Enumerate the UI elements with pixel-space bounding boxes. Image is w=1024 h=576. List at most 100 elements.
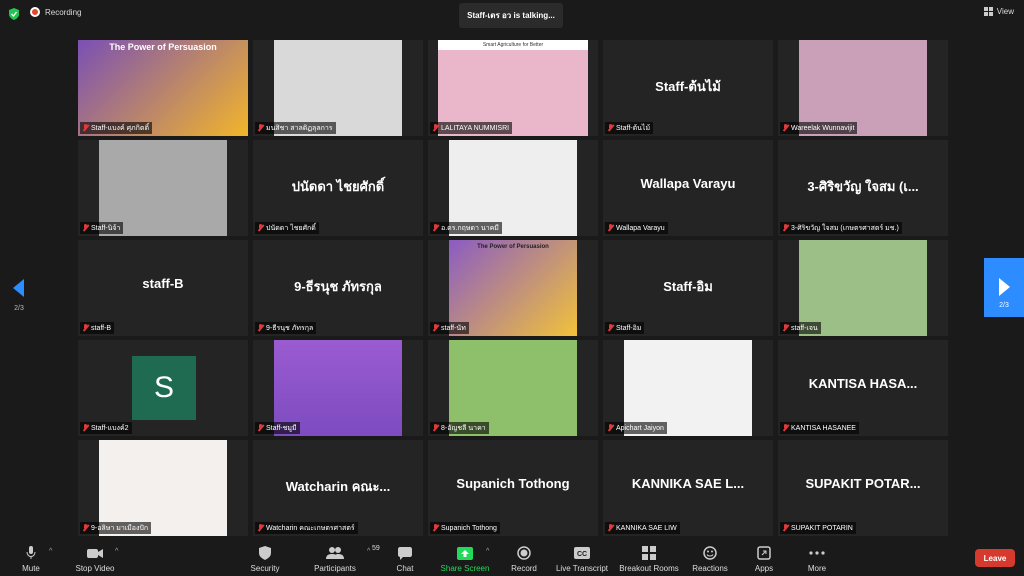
microphone-muted-icon <box>257 524 264 532</box>
participant-display-name: Watcharin คณะ... <box>285 479 391 494</box>
participant-tile[interactable]: Staff-นิจ้า <box>78 140 248 236</box>
participant-tile[interactable]: staff-เจน <box>778 240 948 336</box>
apps-label: Apps <box>754 564 774 573</box>
reactions-label: Reactions <box>692 564 728 573</box>
participant-tile[interactable]: 9-ธีรนุช ภัทรกุล 9-ธีรนุช ภัทรกุล <box>253 240 423 336</box>
shield-icon[interactable] <box>8 8 20 20</box>
live-transcript-label: Live Transcript <box>555 564 609 573</box>
participant-name-label: Staff-ต้นไม้ <box>605 122 654 134</box>
participant-tile[interactable]: SUPAKIT POTAR... SUPAKIT POTARIN <box>778 440 948 536</box>
participant-name-label: Staff-นิจ้า <box>80 222 124 234</box>
mute-options-caret-icon[interactable]: ^ <box>49 548 52 555</box>
recording-indicator[interactable]: Recording <box>30 7 81 17</box>
microphone-muted-icon <box>432 224 439 232</box>
microphone-muted-icon <box>82 124 89 132</box>
participant-tile[interactable]: 8-อัญชลี นาคา <box>428 340 598 436</box>
smiley-icon <box>703 546 717 560</box>
participant-tile[interactable]: Staff-อิม Staff-อิม <box>603 240 773 336</box>
participant-name-label: Staff-แบงค์ ศุภกิตติ์ <box>80 122 152 134</box>
more-button[interactable]: More <box>782 544 852 573</box>
participant-tile[interactable]: Wareelak Wunnavijit <box>778 40 948 136</box>
mute-button[interactable]: Mute <box>0 544 66 573</box>
next-page-button[interactable]: 2/3 <box>984 258 1024 317</box>
share-screen-label: Share Screen <box>440 564 490 573</box>
participant-tile[interactable]: The Power of Persuasion staff-นัท <box>428 240 598 336</box>
participant-tile[interactable]: KANNIKA SAE L... KANNIKA SAE LIW <box>603 440 773 536</box>
breakout-rooms-icon <box>642 546 656 560</box>
participant-name: Apichart Jaiyon <box>616 424 664 432</box>
participant-tile[interactable]: อ.ดร.กฤษดา นาคมี <box>428 140 598 236</box>
zoom-meeting-window: Recording Staff-เตร อว is talking... Vie… <box>0 0 1024 576</box>
microphone-muted-icon <box>782 324 789 332</box>
participant-tile[interactable]: staff-B staff-B <box>78 240 248 336</box>
participant-tile[interactable]: KANTISA HASA... KANTISA HASANEE <box>778 340 948 436</box>
leave-button[interactable]: Leave <box>975 549 1015 567</box>
live-transcript-button[interactable]: CC Live Transcript <box>547 544 617 573</box>
microphone-muted-icon <box>607 124 614 132</box>
participant-tile[interactable]: Staff-ชมูมี <box>253 340 423 436</box>
participant-display-name: Staff-ต้นไม้ <box>655 79 721 94</box>
participants-button[interactable]: 59 Participants <box>300 544 380 573</box>
participant-name: 3-ศิริขวัญ ใจสม (เกษตรศาสตร์ มช.) <box>791 224 899 232</box>
microphone-icon <box>26 546 36 559</box>
microphone-muted-icon <box>607 424 614 432</box>
microphone-muted-icon <box>782 224 789 232</box>
microphone-muted-icon <box>257 224 264 232</box>
avatar: S <box>132 356 196 420</box>
participant-name: Staff-ต้นไม้ <box>616 124 651 132</box>
participant-tile[interactable]: มนสิชา สาลดิฏลุลการ <box>253 40 423 136</box>
video-options-caret-icon[interactable]: ^ <box>115 548 118 555</box>
participant-name-label: Supanich Tothong <box>430 522 500 534</box>
grid-view-icon <box>983 7 993 16</box>
participant-name: Wallapa Varayu <box>616 224 665 232</box>
participant-name: มนสิชา สาลดิฏลุลการ <box>266 124 333 132</box>
participant-name: 8-อัญชลี นาคา <box>441 424 486 432</box>
participant-display-name: Supanich Tothong <box>456 476 570 491</box>
participant-name-label: KANNIKA SAE LIW <box>605 522 680 534</box>
active-speaker-banner: Staff-เตร อว is talking... <box>459 3 563 28</box>
video-camera-icon <box>87 548 103 558</box>
participant-name: 9-อลิษา มาเมืองปัก <box>91 524 149 532</box>
participant-tile[interactable]: ปนัดดา ไชยศักดิ์ ปนัดดา ไชยศักดิ์ <box>253 140 423 236</box>
participant-display-name: Staff-อิม <box>663 279 713 294</box>
security-label: Security <box>250 564 280 573</box>
microphone-muted-icon <box>607 324 614 332</box>
participant-name: LALITAYA NUMMISRI <box>441 124 510 132</box>
previous-page-button[interactable]: 2/3 <box>8 275 30 320</box>
participant-name-label: 8-อัญชลี นาคา <box>430 422 489 434</box>
breakout-rooms-label: Breakout Rooms <box>619 564 679 573</box>
gallery-grid: The Power of Persuasion Staff-แบงค์ ศุภกิ… <box>78 40 948 536</box>
participant-name: Supanich Tothong <box>441 524 497 532</box>
participant-tile[interactable]: Staff-ต้นไม้ Staff-ต้นไม้ <box>603 40 773 136</box>
participant-display-name: KANNIKA SAE L... <box>631 476 745 491</box>
participant-display-name: 3-ศิริขวัญ ใจสม (เ... <box>807 179 919 194</box>
stop-video-button[interactable]: Stop Video <box>60 544 130 573</box>
participant-tile[interactable]: The Power of Persuasion Staff-แบงค์ ศุภกิ… <box>78 40 248 136</box>
participant-name-label: 3-ศิริขวัญ ใจสม (เกษตรศาสตร์ มช.) <box>780 222 902 234</box>
participant-tile[interactable]: 3-ศิริขวัญ ใจสม (เ... 3-ศิริขวัญ ใจสม (เก… <box>778 140 948 236</box>
participant-tile[interactable]: Watcharin คณะ... Watcharin คณะเกษตรศาสตร์ <box>253 440 423 536</box>
participant-tile[interactable]: Smart Agriculture for Better LALITAYA NUM… <box>428 40 598 136</box>
participant-name-label: 9-อลิษา มาเมืองปัก <box>80 522 152 534</box>
slide-title: Smart Agriculture for Better <box>438 40 588 50</box>
participant-display-name: KANTISA HASA... <box>808 376 918 391</box>
breakout-rooms-button[interactable]: Breakout Rooms <box>614 544 684 573</box>
closed-caption-icon: CC <box>574 547 590 559</box>
participant-tile[interactable]: Supanich Tothong Supanich Tothong <box>428 440 598 536</box>
microphone-muted-icon <box>607 224 614 232</box>
microphone-muted-icon <box>782 124 789 132</box>
participant-display-name: ปนัดดา ไชยศักดิ์ <box>291 179 385 194</box>
security-button[interactable]: Security <box>230 544 300 573</box>
microphone-muted-icon <box>432 524 439 532</box>
top-bar: Recording Staff-เตร อว is talking... Vie… <box>0 0 1024 28</box>
view-button[interactable]: View <box>983 7 1014 16</box>
participant-display-name: SUPAKIT POTAR... <box>805 476 921 491</box>
record-label: Record <box>511 564 537 573</box>
participant-tile[interactable]: S Staff-แบงค์2 <box>78 340 248 436</box>
participant-name: Staff-ชมูมี <box>266 424 297 432</box>
participant-tile[interactable]: Apichart Jaiyon <box>603 340 773 436</box>
participant-tile[interactable]: Wallapa Varayu Wallapa Varayu <box>603 140 773 236</box>
microphone-muted-icon <box>82 524 89 532</box>
participant-tile[interactable]: 9-อลิษา มาเมืองปัก <box>78 440 248 536</box>
svg-text:CC: CC <box>577 551 587 558</box>
